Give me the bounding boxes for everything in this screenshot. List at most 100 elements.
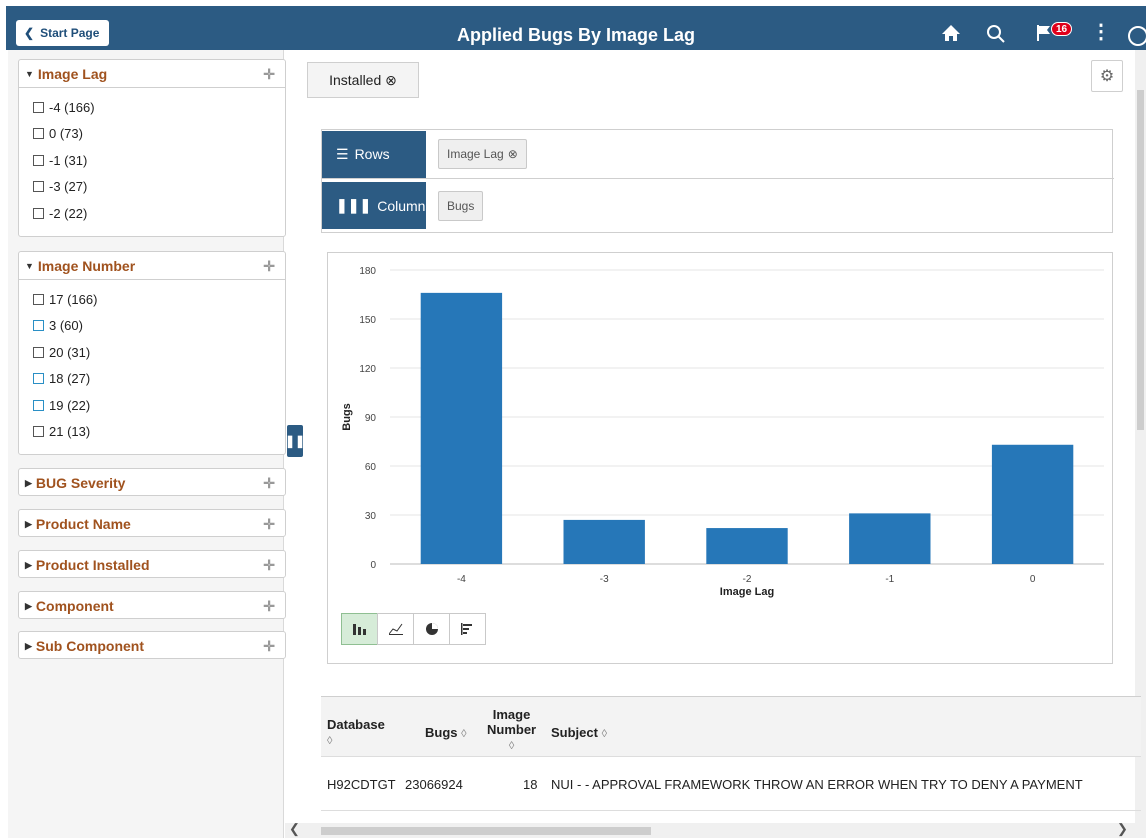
checkbox[interactable] [33,293,44,305]
facet-option[interactable]: 0 (73) [33,121,285,148]
facet-option[interactable]: 3 (60) [33,313,285,340]
installed-filter-chip[interactable]: Installed ⊗ [307,62,419,98]
facet-bug-severity[interactable]: ▶ BUG Severity ✛ [18,468,286,496]
facet-product-installed[interactable]: ▶ Product Installed ✛ [18,550,286,578]
checkbox[interactable] [33,181,44,193]
facet-title: Image Number [37,257,136,274]
checkbox[interactable] [33,399,44,411]
remove-circle-icon[interactable]: ⊗ [385,72,397,89]
sort-icon[interactable]: ◊ [602,728,607,740]
bar-chart-button[interactable] [341,613,378,645]
checkbox[interactable] [33,373,44,385]
facet-option[interactable]: -1 (31) [33,147,285,174]
columns-field-chip[interactable]: Bugs [438,190,484,221]
pivot-columns: ❚❚❚ Columns Bugs [322,181,1114,230]
remove-circle-icon[interactable]: ⊗ [508,147,518,161]
bar[interactable] [849,513,931,564]
y-tick-label: 120 [359,364,376,375]
checkbox[interactable] [33,426,44,438]
facet-option[interactable]: 17 (166) [33,286,285,313]
filter-sidebar: ▼ Image Lag ✛ -4 (166) 0 (73) -1 (31) -3… [8,50,286,838]
cell-image-number: 18 [523,777,538,792]
horizontal-bar-chart-button[interactable] [449,613,486,645]
horizontal-scrollbar[interactable]: ❮ ❯ [285,821,1135,838]
kebab-icon[interactable]: ⋮ [1091,22,1111,42]
checkbox[interactable] [33,154,44,166]
rows-label[interactable]: ☰ Rows [322,130,426,178]
search-icon[interactable] [986,24,1006,44]
facet-product-name[interactable]: ▶ Product Name ✛ [18,509,286,537]
checkbox[interactable] [33,101,44,113]
facet-component[interactable]: ▶ Component ✛ [18,591,286,619]
x-axis-label: Image Lag [720,586,774,598]
triangle-right-icon: ▶ [25,600,32,611]
flag-icon[interactable] [1036,24,1052,42]
facet-title: Image Lag [37,65,108,82]
facet-option[interactable]: 20 (31) [33,339,285,366]
y-tick-label: 60 [365,462,377,473]
move-icon[interactable]: ✛ [263,638,275,655]
option-label: 17 (166) [49,291,98,307]
move-icon[interactable]: ✛ [263,258,275,275]
col-subject[interactable]: Subject ◊ [551,725,607,740]
bar[interactable] [420,292,503,564]
line-chart-button[interactable] [377,613,414,645]
pivot-rows: ☰ Rows Image Lag ⊗ [322,130,1114,179]
triangle-down-icon: ▼ [25,68,34,79]
col-bugs-label: Bugs [425,725,458,740]
col-image-number[interactable]: Image Number ◊ [487,707,536,754]
option-label: 21 (13) [49,424,91,440]
facet-title: Product Name [35,516,131,532]
sort-icon[interactable]: ◊ [461,728,466,740]
columns-icon: ❚❚❚ [336,197,372,213]
y-axis-label: Bugs [341,403,353,431]
sort-icon[interactable]: ◊ [327,735,332,747]
move-icon[interactable]: ✛ [263,475,275,492]
settings-button[interactable]: ⚙ [1091,60,1123,92]
checkbox[interactable] [33,320,44,332]
facet-option[interactable]: -4 (166) [33,94,285,121]
scrollbar-thumb[interactable] [1137,90,1144,430]
col-database[interactable]: Database ◊ [327,717,385,747]
rows-field-chip[interactable]: Image Lag ⊗ [438,139,527,169]
bar[interactable] [706,528,788,564]
facet-title: Product Installed [35,557,150,573]
columns-label[interactable]: ❚❚❚ Columns [322,182,432,229]
bar[interactable] [563,519,645,564]
checkbox[interactable] [33,346,44,358]
move-icon[interactable]: ✛ [263,66,275,83]
checkbox[interactable] [33,207,44,219]
sort-icon[interactable]: ◊ [509,740,514,752]
col-bugs[interactable]: Bugs ◊ [425,725,467,740]
move-icon[interactable]: ✛ [263,557,275,574]
facet-option[interactable]: -3 (27) [33,174,285,201]
main-content: Installed ⊗ ⚙ ☰ Rows Image Lag ⊗ ❚❚❚ Column… [285,50,1146,838]
pie-chart-button[interactable] [413,613,450,645]
scroll-left-icon[interactable]: ❮ [289,821,300,837]
facet-sub-component[interactable]: ▶ Sub Component ✛ [18,631,286,659]
home-icon[interactable] [941,24,961,42]
scrollbar-thumb[interactable] [321,827,651,835]
move-icon[interactable]: ✛ [263,598,275,615]
move-icon[interactable]: ✛ [263,516,275,533]
bar[interactable] [991,444,1074,564]
facet-header[interactable]: ▼ Image Lag ✛ [19,60,285,88]
option-label: 20 (31) [49,344,91,360]
facet-option[interactable]: 18 (27) [33,366,285,393]
facet-option[interactable]: -2 (22) [33,200,285,227]
app-header: ❮ Start Page Applied Bugs By Image Lag 1… [0,0,1146,50]
rows-icon: ☰ [336,145,349,162]
facet-header[interactable]: ▼ Image Number ✛ [19,252,285,280]
facet-option[interactable]: 21 (13) [33,419,285,446]
scroll-right-icon[interactable]: ❯ [1117,821,1128,837]
facet-option[interactable]: 19 (22) [33,392,285,419]
col-database-label: Database [327,717,385,732]
checkbox[interactable] [33,128,44,140]
cell-bugs: 23066924 [405,777,463,792]
option-label: 0 (73) [49,126,83,142]
columns-text: Columns [377,197,433,214]
triangle-down-icon: ▼ [25,260,34,271]
y-tick-label: 180 [359,266,376,277]
navbar-icon[interactable] [1128,26,1146,46]
option-label: 3 (60) [49,318,83,334]
